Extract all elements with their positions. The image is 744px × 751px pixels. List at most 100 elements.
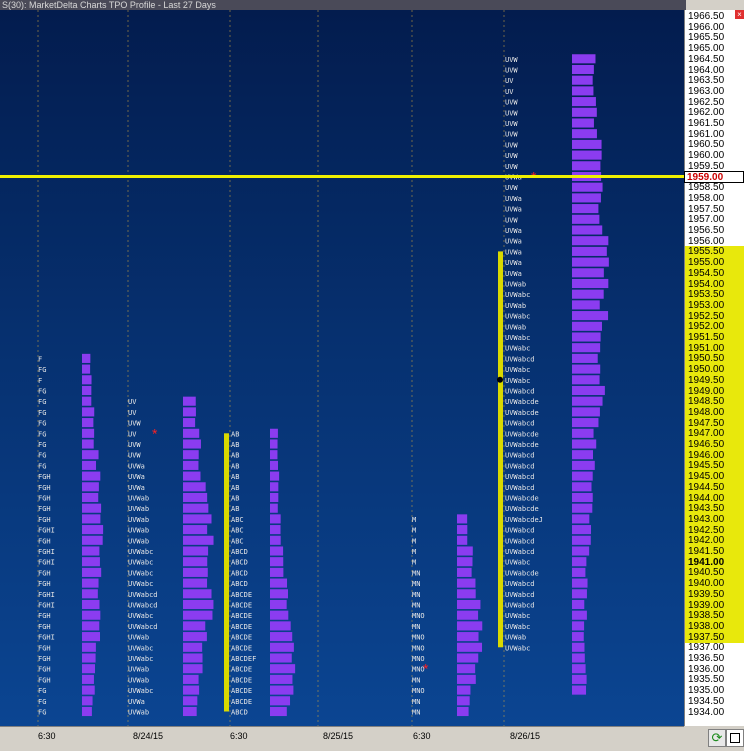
price-tick: 1948.00 — [685, 406, 744, 418]
tpo-chart-area[interactable]: F FG F FG FG FG FG FG FG FG FG FGH FGH FGH FGH FGH FGHI F… — [0, 10, 684, 726]
histogram-bar — [270, 685, 294, 695]
tpo-letter-row: UVWabc — [128, 612, 153, 620]
tpo-letter-row: ABCDE — [231, 612, 252, 620]
histogram-bar — [82, 385, 92, 396]
histogram-bar — [572, 129, 597, 139]
tpo-letter-row: UVWa — [128, 484, 145, 492]
histogram-bar — [572, 396, 603, 406]
tpo-letter-row: UVWabcd — [128, 623, 158, 631]
histogram-bar — [572, 621, 585, 631]
histogram-bar — [183, 428, 200, 438]
histogram-bar — [82, 706, 92, 717]
histogram-bar — [457, 589, 476, 599]
price-tick: 1962.50 — [688, 96, 725, 108]
histogram-bar — [457, 696, 470, 706]
price-tick: 1962.00 — [688, 107, 725, 119]
histogram-bar — [183, 696, 198, 706]
tpo-letter-row: UVWabc — [128, 655, 153, 663]
tpo-letter-row: M — [412, 548, 416, 556]
histogram-bar — [270, 706, 287, 717]
tpo-letter-row: UVWabc — [128, 687, 153, 695]
tpo-letter-row: UVWabc — [128, 559, 153, 567]
price-tick: 1937.00 — [688, 642, 725, 654]
tpo-letter-row: ABCDE — [231, 698, 252, 706]
refresh-icon[interactable]: ⟳ — [708, 729, 726, 747]
tpo-letter-row: UVWabcd — [505, 484, 535, 492]
tpo-letter-row: FG — [38, 698, 46, 706]
window-icon[interactable] — [726, 729, 744, 747]
histogram-bar — [82, 653, 96, 663]
histogram-bar — [82, 674, 94, 684]
histogram-bar — [572, 300, 600, 310]
histogram-bar — [82, 460, 97, 470]
tpo-letter-row: FG — [38, 420, 46, 428]
tpo-letter-row: FG — [38, 441, 46, 449]
tpo-letter-row: MN — [412, 698, 420, 706]
histogram-bar — [82, 418, 94, 428]
tpo-letter-row: UVWabcd — [505, 591, 535, 599]
tpo-letter-row: UVW — [505, 152, 518, 160]
histogram-bar — [572, 311, 609, 321]
tpo-letter-row: UVWab — [128, 709, 149, 717]
tpo-letter-row: UVW — [505, 99, 518, 107]
price-tick: 1944.00 — [685, 492, 744, 504]
price-tick: 1945.00 — [685, 471, 744, 483]
tpo-letter-row: FGH — [38, 655, 51, 663]
tpo-letter-row: UVWabc — [128, 580, 153, 588]
tpo-letter-row: UVWabcd — [128, 591, 158, 599]
tpo-letter-row: M — [412, 527, 416, 535]
histogram-bar — [572, 118, 594, 128]
tpo-letter-row: FGH — [38, 473, 51, 481]
close-icon[interactable]: × — [735, 10, 744, 19]
price-tick: 1954.50 — [685, 267, 744, 279]
histogram-bar — [270, 567, 284, 577]
current-price-label: 1959.00 — [684, 170, 744, 183]
histogram-bar — [572, 214, 600, 224]
price-axis[interactable]: 1966.50 1966.00 1965.50 1965.00 1964.50 1964.… — [684, 10, 744, 726]
tpo-letter-row: UVWab — [128, 516, 149, 524]
tpo-letter-row: UVWabcde — [505, 409, 539, 417]
tpo-letter-row: FGH — [38, 666, 51, 674]
time-label: 6:30 — [230, 731, 248, 741]
histogram-bar — [183, 599, 214, 610]
tpo-letter-row: UVW — [505, 184, 518, 192]
price-tick: 1938.50 — [685, 610, 744, 622]
tpo-letter-row: UVWabc — [505, 623, 530, 631]
tpo-letter-row: UV — [128, 430, 137, 438]
tpo-letter-row: UVWabcdeJ — [505, 516, 543, 524]
histogram-bar — [572, 599, 585, 610]
price-tick: 1946.00 — [685, 449, 744, 461]
price-tick: 1966.50 — [688, 11, 725, 22]
tpo-letter-row: MN — [412, 580, 420, 588]
tpo-letter-row: UVWa — [505, 238, 522, 246]
histogram-bar — [183, 589, 212, 599]
price-tick: 1950.00 — [685, 364, 744, 376]
histogram-bar — [183, 492, 208, 503]
tpo-letter-row: FGH — [38, 612, 51, 620]
tpo-letter-row: UVWa — [128, 698, 145, 706]
histogram-bar — [82, 546, 100, 556]
tpo-letter-row: AB — [231, 462, 239, 470]
price-tick: 1960.50 — [688, 139, 725, 151]
tpo-letter-row: MN — [412, 623, 420, 631]
tpo-letter-row: UVWabcde — [505, 495, 539, 503]
histogram-bar — [572, 503, 593, 513]
price-tick: 1947.50 — [685, 417, 744, 429]
histogram-bar — [572, 161, 601, 171]
tpo-letter-row: AB — [231, 473, 239, 481]
histogram-bar — [572, 525, 591, 535]
tpo-letter-row: UVWab — [128, 537, 149, 545]
histogram-bar — [82, 353, 91, 363]
histogram-bar — [270, 439, 278, 449]
histogram-bar — [82, 535, 103, 545]
tpo-letter-row: AB — [231, 441, 239, 449]
tpo-letter-row: M — [412, 559, 416, 567]
histogram-bar — [270, 492, 279, 503]
histogram-bar — [572, 139, 602, 149]
histogram-bar — [572, 471, 593, 481]
time-axis[interactable]: 6:30 8/24/15 6:30 8/25/15 6:30 8/26/15 — [0, 726, 684, 751]
histogram-bar — [572, 589, 587, 599]
price-tick: 1955.50 — [685, 246, 744, 258]
histogram-bar — [82, 471, 101, 481]
tpo-letter-row: FG — [38, 430, 46, 438]
